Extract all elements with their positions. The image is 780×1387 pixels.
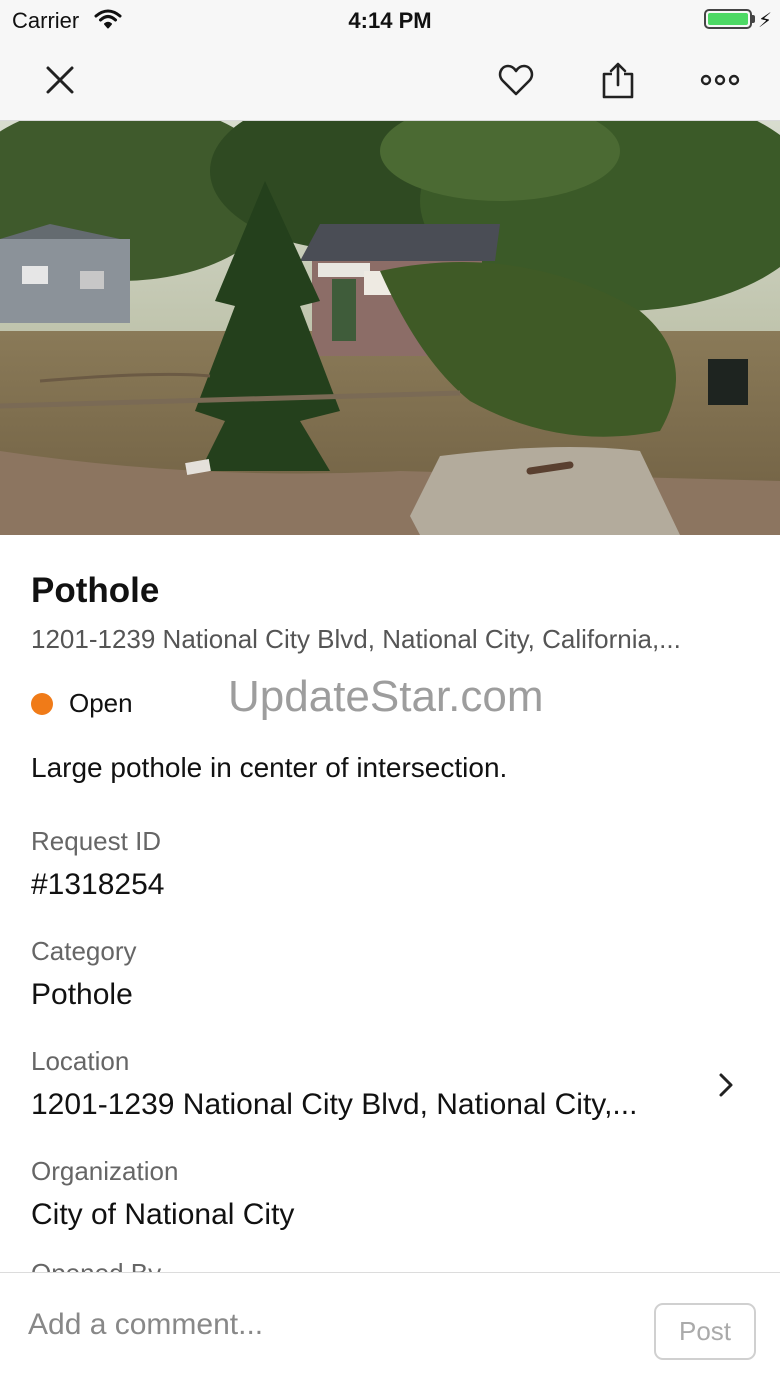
report-title: Pothole — [31, 571, 160, 610]
chevron-right-icon[interactable] — [716, 1072, 736, 1103]
category-value: Pothole — [31, 978, 133, 1011]
share-button[interactable] — [590, 54, 646, 106]
category-label: Category — [31, 936, 137, 966]
comment-input[interactable] — [28, 1303, 628, 1347]
charging-icon: ⚡ — [758, 10, 773, 32]
comment-bar: Post — [0, 1272, 780, 1387]
report-description: Large pothole in center of intersection. — [31, 752, 508, 783]
close-icon — [46, 66, 74, 94]
report-address: 1201-1239 National City Blvd, National C… — [31, 624, 681, 654]
battery-tip — [752, 15, 755, 23]
location-label: Location — [31, 1046, 130, 1076]
heart-icon — [498, 64, 534, 96]
request-id-label: Request ID — [31, 826, 162, 856]
report-photo[interactable] — [0, 121, 780, 535]
status-label: Open — [69, 688, 133, 718]
favorite-button[interactable] — [488, 54, 544, 106]
more-icon — [700, 74, 740, 86]
battery-icon — [704, 9, 752, 29]
post-button[interactable]: Post — [654, 1303, 756, 1360]
share-icon — [602, 62, 634, 99]
organization-label: Organization — [31, 1156, 179, 1186]
location-value: 1201-1239 National City Blvd, National C… — [31, 1088, 638, 1121]
status-bar: Carrier 4:14 PM ⚡ — [0, 0, 780, 40]
more-options-button[interactable] — [692, 54, 748, 106]
request-id-value: #1318254 — [31, 868, 165, 901]
organization-value: City of National City — [31, 1198, 295, 1231]
close-button[interactable] — [32, 54, 88, 106]
status-dot-icon — [31, 692, 53, 715]
clock: 4:14 PM — [348, 8, 432, 33]
status-indicator: Open — [31, 688, 133, 719]
navigation-bar — [0, 40, 780, 121]
watermark: UpdateStar.com — [228, 672, 544, 721]
